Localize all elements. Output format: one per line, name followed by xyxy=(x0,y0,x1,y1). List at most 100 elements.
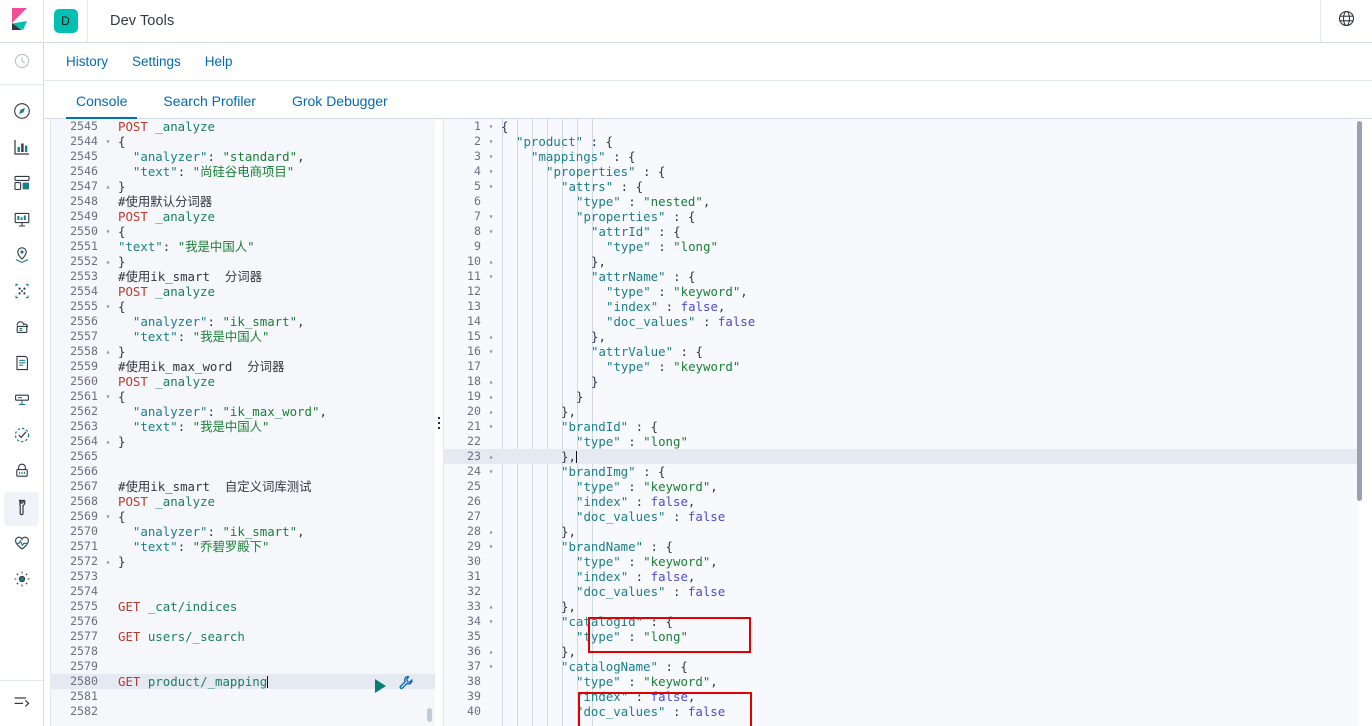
collapse-nav-button[interactable] xyxy=(0,680,43,726)
response-pane-scrollbar[interactable] xyxy=(1357,121,1362,501)
sidebar-item-uptime[interactable] xyxy=(0,419,43,455)
code-line[interactable]: 2570 "analyzer": "ik_smart", xyxy=(50,524,435,539)
code-line[interactable]: 2559 #使用ik_max_word 分词器 xyxy=(50,359,435,374)
fold-toggle-icon[interactable]: ▴ xyxy=(485,329,497,344)
fold-toggle-icon[interactable]: ▴ xyxy=(485,599,497,614)
sidebar-item-logs[interactable] xyxy=(0,347,43,383)
fold-toggle-icon[interactable]: ▴ xyxy=(485,254,497,269)
code-line[interactable]: 2548 #使用默认分词器 xyxy=(50,194,435,209)
response-viewer-pane[interactable]: 1 ▾ {2 ▾ "product" : {3 ▾ "mappings" : {4 ▾ "pro… xyxy=(443,119,1359,726)
fold-toggle-icon[interactable]: ▴ xyxy=(485,404,497,419)
code-line[interactable]: 25 "type" : "keyword", xyxy=(443,479,1359,494)
code-line[interactable]: 2556 "analyzer": "ik_smart", xyxy=(50,314,435,329)
play-icon[interactable] xyxy=(375,678,386,693)
code-line[interactable]: 2558 ▴} xyxy=(50,344,435,359)
code-line[interactable]: 2551 "text": "我是中国人" xyxy=(50,239,435,254)
fold-toggle-icon[interactable]: ▴ xyxy=(485,449,497,464)
code-line[interactable]: 2571 "text": "乔碧罗殿下" xyxy=(50,539,435,554)
response-code-block[interactable]: 1 ▾ {2 ▾ "product" : {3 ▾ "mappings" : {4 ▾ "pro… xyxy=(443,119,1359,719)
code-line[interactable]: 2554 POST _analyze xyxy=(50,284,435,299)
code-line[interactable]: 33 ▴}, xyxy=(443,599,1359,614)
sidebar-item-recently-viewed[interactable] xyxy=(0,43,43,85)
request-editor-pane[interactable]: 2545 POST _analyze 2544 ▾ {2545 "analyzer": … xyxy=(50,119,435,726)
code-line[interactable]: 2564 ▴} xyxy=(50,434,435,449)
fold-toggle-icon[interactable]: ▴ xyxy=(485,644,497,659)
fold-toggle-icon[interactable]: ▴ xyxy=(102,554,114,569)
sidebar-item-visualize[interactable] xyxy=(0,131,43,167)
sidebar-item-monitoring[interactable] xyxy=(0,527,43,563)
code-line[interactable]: 2573 xyxy=(50,569,435,584)
code-line[interactable]: 7 ▾ "properties" : { xyxy=(443,209,1359,224)
globe-button[interactable] xyxy=(1320,0,1372,43)
code-line[interactable]: 4 ▾ "properties" : { xyxy=(443,164,1359,179)
request-pane-scrollbar[interactable] xyxy=(427,708,432,722)
fold-toggle-icon[interactable]: ▾ xyxy=(485,659,497,674)
code-line[interactable]: 2560 POST _analyze xyxy=(50,374,435,389)
fold-toggle-icon[interactable]: ▴ xyxy=(102,344,114,359)
code-line[interactable]: 27 "doc_values" : false xyxy=(443,509,1359,524)
code-line[interactable]: 2545 POST _analyze xyxy=(50,119,435,134)
code-line[interactable]: 26 "index" : false, xyxy=(443,494,1359,509)
code-line[interactable]: 14 "doc_values" : false xyxy=(443,314,1359,329)
code-line[interactable]: 2577 GET users/_search xyxy=(50,629,435,644)
code-line[interactable]: 2555 ▾ { xyxy=(50,299,435,314)
fold-toggle-icon[interactable]: ▾ xyxy=(485,134,497,149)
fold-toggle-icon[interactable]: ▾ xyxy=(485,149,497,164)
code-line[interactable]: 2545 "analyzer": "standard", xyxy=(50,149,435,164)
fold-toggle-icon[interactable]: ▴ xyxy=(102,434,114,449)
code-line[interactable]: 30 "type" : "keyword", xyxy=(443,554,1359,569)
sidebar-item-apm[interactable] xyxy=(0,383,43,419)
sidebar-item-machine-learning[interactable] xyxy=(0,275,43,311)
code-line[interactable]: 2568 POST _analyze xyxy=(50,494,435,509)
fold-toggle-icon[interactable]: ▾ xyxy=(102,509,114,524)
fold-toggle-icon[interactable]: ▴ xyxy=(102,179,114,194)
code-line[interactable]: 2550 ▾ { xyxy=(50,224,435,239)
subnav-item-history[interactable]: History xyxy=(54,54,120,69)
sidebar-item-management[interactable] xyxy=(0,563,43,599)
code-line[interactable]: 34 ▾ "catalogId" : { xyxy=(443,614,1359,629)
code-line[interactable]: 32 "doc_values" : false xyxy=(443,584,1359,599)
code-line[interactable]: 2576 xyxy=(50,614,435,629)
code-line[interactable]: 2547 ▴} xyxy=(50,179,435,194)
wrench-menu-icon[interactable] xyxy=(398,675,414,696)
code-line[interactable]: 38 "type" : "keyword", xyxy=(443,674,1359,689)
code-line[interactable]: 13 "index" : false, xyxy=(443,299,1359,314)
code-line[interactable]: 2575 GET _cat/indices xyxy=(50,599,435,614)
code-line[interactable]: 18 ▴} xyxy=(443,374,1359,389)
code-line[interactable]: 24 ▾ "brandImg" : { xyxy=(443,464,1359,479)
code-line[interactable]: 3 ▾ "mappings" : { xyxy=(443,149,1359,164)
fold-toggle-icon[interactable]: ▾ xyxy=(485,224,497,239)
fold-toggle-icon[interactable]: ▴ xyxy=(485,374,497,389)
code-line[interactable]: 2 ▾ "product" : { xyxy=(443,134,1359,149)
sidebar-item-dev-tools[interactable] xyxy=(0,491,43,527)
fold-toggle-icon[interactable]: ▾ xyxy=(485,179,497,194)
code-line[interactable]: 2562 "analyzer": "ik_max_word", xyxy=(50,404,435,419)
code-line[interactable]: 2578 xyxy=(50,644,435,659)
fold-toggle-icon[interactable]: ▾ xyxy=(485,164,497,179)
code-line[interactable]: 2549 POST _analyze xyxy=(50,209,435,224)
fold-toggle-icon[interactable]: ▾ xyxy=(485,614,497,629)
code-line[interactable]: 2566 xyxy=(50,464,435,479)
tab-search-profiler[interactable]: Search Profiler xyxy=(145,93,274,118)
code-line[interactable]: 9 "type" : "long" xyxy=(443,239,1359,254)
code-line[interactable]: 2572 ▴} xyxy=(50,554,435,569)
fold-toggle-icon[interactable]: ▾ xyxy=(485,119,497,134)
subnav-item-help[interactable]: Help xyxy=(193,54,245,69)
request-code-block[interactable]: 2545 POST _analyze 2544 ▾ {2545 "analyzer": … xyxy=(50,119,435,719)
tab-console[interactable]: Console xyxy=(58,93,145,119)
code-line[interactable]: 2557 "text": "我是中国人" xyxy=(50,329,435,344)
code-line[interactable]: 36 ▴}, xyxy=(443,644,1359,659)
fold-toggle-icon[interactable]: ▾ xyxy=(102,299,114,314)
tab-grok-debugger[interactable]: Grok Debugger xyxy=(274,93,406,118)
sidebar-item-discover[interactable] xyxy=(0,95,43,131)
code-line[interactable]: 39 "index" : false, xyxy=(443,689,1359,704)
sidebar-item-siem[interactable] xyxy=(0,455,43,491)
code-line[interactable]: 2546 "text": "尚硅谷电商项目" xyxy=(50,164,435,179)
fold-toggle-icon[interactable]: ▾ xyxy=(485,419,497,434)
code-line[interactable]: 2582 xyxy=(50,704,435,719)
fold-toggle-icon[interactable]: ▴ xyxy=(485,389,497,404)
fold-toggle-icon[interactable]: ▾ xyxy=(485,269,497,284)
sidebar-item-canvas[interactable] xyxy=(0,203,43,239)
code-line[interactable]: 1 ▾ { xyxy=(443,119,1359,134)
sidebar-item-infrastructure[interactable] xyxy=(0,311,43,347)
